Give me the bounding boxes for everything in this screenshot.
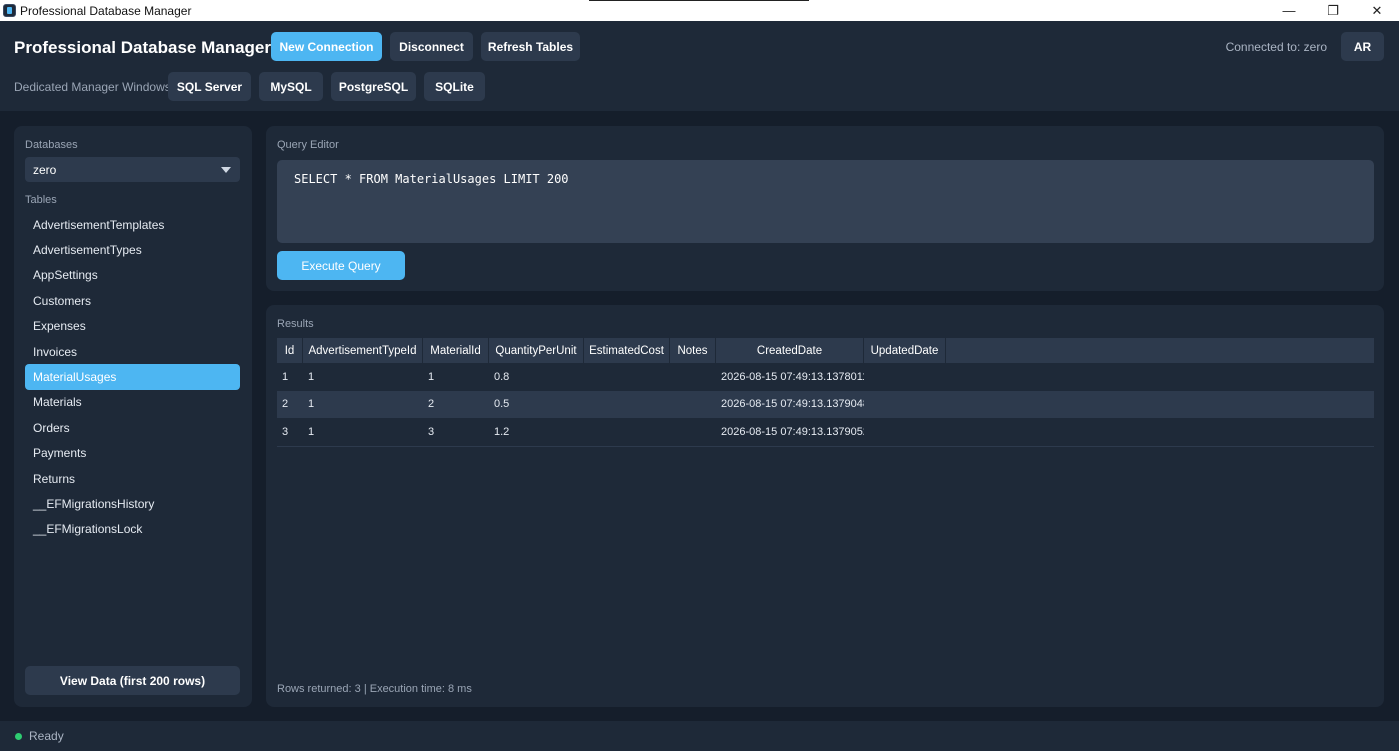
cell-estimatedcost — [584, 391, 670, 419]
column-header-estimatedcost[interactable]: EstimatedCost — [584, 338, 670, 363]
cell-materialid: 2 — [428, 398, 435, 411]
column-header-filler — [946, 338, 1374, 363]
chevron-down-icon — [221, 167, 231, 173]
restore-icon[interactable]: ❐ — [1311, 0, 1355, 21]
cell-updateddate — [864, 418, 946, 446]
table-item-expenses[interactable]: Expenses — [25, 314, 240, 339]
disconnect-button[interactable]: Disconnect — [390, 32, 473, 61]
results-header-row: Id AdvertisementTypeId MaterialId Quanti… — [277, 338, 1374, 363]
table-item-payments[interactable]: Payments — [25, 441, 240, 466]
cell-createddate: 2026-08-15 07:49:13.1379048 — [721, 398, 864, 411]
query-editor-panel: Query Editor SELECT * FROM MaterialUsage… — [266, 126, 1384, 291]
cell-advertisementtypeid: 1 — [308, 370, 315, 383]
column-header-quantityperunit[interactable]: QuantityPerUnit — [489, 338, 584, 363]
new-connection-button[interactable]: New Connection — [271, 32, 382, 61]
table-list: AdvertisementTemplates AdvertisementType… — [25, 212, 240, 542]
window-controls: — ❐ ✕ — [1267, 0, 1399, 21]
cell-materialid: 1 — [428, 370, 435, 383]
cell-updateddate — [864, 391, 946, 419]
table-item-returns[interactable]: Returns — [25, 466, 240, 491]
cell-quantityperunit: 1.2 — [494, 425, 510, 438]
connection-status: Connected to: zero — [1225, 40, 1327, 54]
window-titlebar: Professional Database Manager — ❐ ✕ — [0, 0, 1399, 21]
table-item-efmigrationslock[interactable]: __EFMigrationsLock — [25, 517, 240, 542]
cell-notes — [670, 363, 716, 391]
cell-notes — [670, 391, 716, 419]
status-indicator-icon — [15, 732, 22, 740]
results-summary: Rows returned: 3 | Execution time: 8 ms — [277, 683, 472, 695]
cell-id: 2 — [282, 398, 289, 411]
cell-estimatedcost — [584, 363, 670, 391]
database-select[interactable]: zero — [25, 157, 240, 182]
minimize-icon[interactable]: — — [1267, 0, 1311, 21]
postgresql-manager-button[interactable]: PostgreSQL — [331, 72, 416, 101]
view-data-button[interactable]: View Data (first 200 rows) — [25, 666, 240, 695]
cell-materialid: 3 — [428, 425, 435, 438]
titlebar-divider — [589, 0, 809, 1]
column-header-id[interactable]: Id — [277, 338, 303, 363]
cell-createddate: 2026-08-15 07:49:13.1378011 — [721, 370, 864, 383]
cell-id: 3 — [282, 425, 289, 438]
databases-label: Databases — [25, 139, 78, 151]
table-row[interactable]: 1 1 1 0.8 2026-08-15 07:49:13.1378011 — [277, 363, 1374, 391]
column-header-materialid[interactable]: MaterialId — [423, 338, 489, 363]
table-item-advertisementtypes[interactable]: AdvertisementTypes — [25, 237, 240, 262]
execute-query-button[interactable]: Execute Query — [277, 251, 405, 280]
cell-quantityperunit: 0.8 — [494, 370, 510, 383]
refresh-tables-button[interactable]: Refresh Tables — [481, 32, 580, 61]
results-grid: Id AdvertisementTypeId MaterialId Quanti… — [277, 338, 1374, 447]
column-header-createddate[interactable]: CreatedDate — [716, 338, 864, 363]
status-bar: Ready — [0, 721, 1399, 751]
column-header-advertisementtypeid[interactable]: AdvertisementTypeId — [303, 338, 423, 363]
cell-createddate: 2026-08-15 07:49:13.1379052 — [721, 425, 864, 438]
sql-server-manager-button[interactable]: SQL Server — [168, 72, 251, 101]
sidebar: Databases zero Tables AdvertisementTempl… — [14, 126, 252, 707]
table-item-invoices[interactable]: Invoices — [25, 339, 240, 364]
cell-advertisementtypeid: 1 — [308, 398, 315, 411]
cell-estimatedcost — [584, 418, 670, 446]
table-item-orders[interactable]: Orders — [25, 415, 240, 440]
cell-advertisementtypeid: 1 — [308, 425, 315, 438]
cell-quantityperunit: 0.5 — [494, 398, 510, 411]
cell-updateddate — [864, 363, 946, 391]
sqlite-manager-button[interactable]: SQLite — [424, 72, 485, 101]
table-row[interactable]: 2 1 2 0.5 2026-08-15 07:49:13.1379048 — [277, 390, 1374, 419]
app-title: Professional Database Manager — [14, 38, 271, 57]
column-header-notes[interactable]: Notes — [670, 338, 716, 363]
cell-id: 1 — [282, 370, 289, 383]
cell-notes — [670, 418, 716, 446]
tables-label: Tables — [25, 194, 57, 206]
query-editor-input[interactable]: SELECT * FROM MaterialUsages LIMIT 200 — [277, 160, 1374, 243]
query-editor-label: Query Editor — [277, 139, 339, 151]
table-item-advertisementtemplates[interactable]: AdvertisementTemplates — [25, 212, 240, 237]
mysql-manager-button[interactable]: MySQL — [259, 72, 323, 101]
results-label: Results — [277, 318, 314, 330]
table-item-efmigrationshistory[interactable]: __EFMigrationsHistory — [25, 491, 240, 516]
status-text: Ready — [29, 729, 64, 743]
close-icon[interactable]: ✕ — [1355, 0, 1399, 21]
app-logo-icon — [3, 4, 16, 17]
avatar[interactable]: AR — [1341, 32, 1384, 61]
database-select-value: zero — [33, 162, 57, 177]
dedicated-manager-label: Dedicated Manager Windows — [14, 80, 171, 94]
table-item-materials[interactable]: Materials — [25, 390, 240, 415]
window-title: Professional Database Manager — [20, 3, 192, 18]
table-item-customers[interactable]: Customers — [25, 288, 240, 313]
table-row[interactable]: 3 1 3 1.2 2026-08-15 07:49:13.1379052 — [277, 418, 1374, 446]
table-item-appsettings[interactable]: AppSettings — [25, 263, 240, 288]
column-header-updateddate[interactable]: UpdatedDate — [864, 338, 946, 363]
results-panel: Results Id AdvertisementTypeId MaterialI… — [266, 305, 1384, 707]
app-header: Professional Database Manager New Connec… — [0, 21, 1399, 111]
table-item-materialusages[interactable]: MaterialUsages — [25, 364, 240, 390]
